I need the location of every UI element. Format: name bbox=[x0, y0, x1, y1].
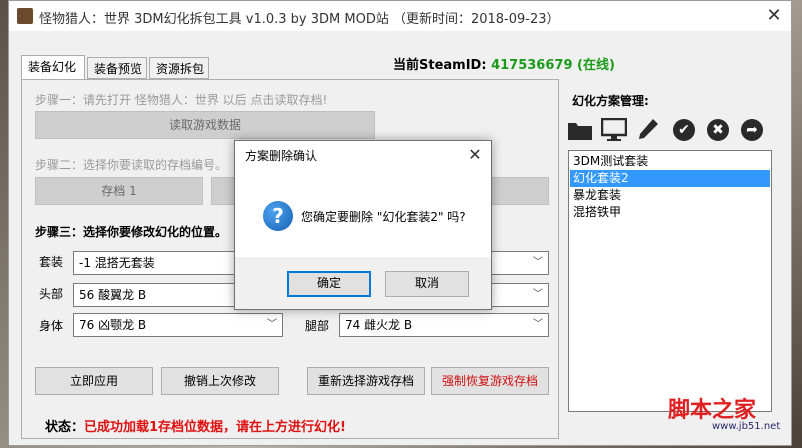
chevron-down-icon: ﹀ bbox=[533, 289, 543, 300]
legs-select-value: 74 雌火龙 B bbox=[345, 318, 413, 332]
window-close-button[interactable]: ✕ bbox=[761, 4, 787, 28]
chevron-down-icon: ﹀ bbox=[533, 257, 543, 268]
steam-id-display: 当前SteamID: 417536679 (在线) bbox=[393, 54, 615, 73]
watermark-text: 脚本之家 bbox=[668, 397, 757, 423]
set-select-value: -1 混搭无套装 bbox=[79, 256, 155, 270]
dialog-message: 您确定要删除 "幻化套装2" 吗? bbox=[301, 210, 466, 224]
apply-button[interactable]: 立即应用 bbox=[35, 367, 153, 395]
legs-select[interactable]: 74 雌火龙 B ﹀ bbox=[339, 313, 549, 337]
reselect-save-button[interactable]: 重新选择游戏存档 bbox=[307, 367, 425, 395]
dialog-title-bar[interactable]: 方案删除确认 ✕ bbox=[235, 141, 491, 169]
list-item[interactable]: 暴龙套装 bbox=[570, 187, 770, 204]
pen-icon[interactable] bbox=[634, 116, 662, 144]
app-icon bbox=[17, 8, 33, 24]
dialog-title: 方案删除确认 bbox=[245, 149, 318, 163]
manager-toolbar: ✔ ✖ ➦ bbox=[566, 116, 774, 144]
steam-id-label: 当前SteamID: bbox=[393, 58, 487, 73]
chevron-down-icon: ﹀ bbox=[267, 319, 277, 330]
tab-transmog[interactable]: 装备幻化 bbox=[21, 55, 85, 79]
step2-label: 步骤二：选择你要读取的存档编号。 bbox=[35, 158, 228, 172]
title-bar[interactable]: 怪物猎人：世界 3DM幻化拆包工具 v1.0.3 by 3DM MOD站 （更新… bbox=[9, 1, 791, 31]
read-save-button[interactable]: 读取游戏数据 bbox=[35, 111, 375, 139]
status-message: 已成功加载1存档位数据，请在上方进行幻化! bbox=[84, 420, 346, 435]
dialog-close-button[interactable]: ✕ bbox=[463, 143, 487, 167]
list-item[interactable]: 3DM测试套装 bbox=[570, 153, 770, 170]
question-icon: ? bbox=[263, 201, 293, 231]
window-title: 怪物猎人：世界 3DM幻化拆包工具 v1.0.3 by 3DM MOD站 （更新… bbox=[39, 12, 560, 27]
force-restore-button[interactable]: 强制恢复游戏存档 bbox=[431, 367, 549, 395]
scheme-list[interactable]: 3DM测试套装 幻化套装2 暴龙套装 混搭铁甲 bbox=[568, 150, 772, 412]
body-select[interactable]: 76 凶颚龙 B ﹀ bbox=[73, 313, 283, 337]
dialog-cancel-button[interactable]: 取消 bbox=[385, 271, 469, 297]
check-icon[interactable]: ✔ bbox=[670, 116, 698, 144]
list-item[interactable]: 混搭铁甲 bbox=[570, 204, 770, 221]
monitor-icon[interactable] bbox=[600, 116, 628, 144]
folder-icon[interactable] bbox=[566, 116, 594, 144]
legs-label: 腿部 bbox=[305, 319, 330, 333]
tab-preview[interactable]: 装备预览 bbox=[87, 57, 147, 79]
head-select-value: 56 酸翼龙 B bbox=[79, 288, 147, 302]
chevron-down-icon: ﹀ bbox=[533, 319, 543, 330]
manager-title: 幻化方案管理: bbox=[572, 94, 649, 108]
x-icon[interactable]: ✖ bbox=[704, 116, 732, 144]
watermark-url: www.jb51.net bbox=[712, 421, 781, 432]
list-item[interactable]: 幻化套装2 bbox=[570, 170, 770, 187]
step3-label: 步骤三：选择你要修改幻化的位置。 bbox=[35, 225, 228, 239]
status-bar: 状态：已成功加载1存档位数据，请在上方进行幻化! bbox=[45, 416, 346, 435]
step1-label: 步骤一：请先打开 怪物猎人：世界 以后 点击读取存档! bbox=[35, 93, 328, 107]
body-label: 身体 bbox=[39, 319, 64, 333]
head-label: 头部 bbox=[39, 287, 64, 301]
body-select-value: 76 凶颚龙 B bbox=[79, 318, 147, 332]
tab-unpack[interactable]: 资源拆包 bbox=[149, 57, 209, 79]
undo-button[interactable]: 撤销上次修改 bbox=[161, 367, 279, 395]
status-label: 状态： bbox=[45, 420, 85, 435]
delete-confirm-dialog: 方案删除确认 ✕ ? 您确定要删除 "幻化套装2" 吗? 确定 取消 bbox=[234, 140, 492, 310]
set-label: 套装 bbox=[39, 255, 64, 269]
save-slot-1-button[interactable]: 存档 1 bbox=[35, 177, 203, 205]
steam-status: (在线) bbox=[577, 58, 615, 73]
share-icon[interactable]: ➦ bbox=[738, 116, 766, 144]
dialog-ok-button[interactable]: 确定 bbox=[287, 271, 371, 297]
steam-id-value: 417536679 bbox=[491, 58, 573, 73]
